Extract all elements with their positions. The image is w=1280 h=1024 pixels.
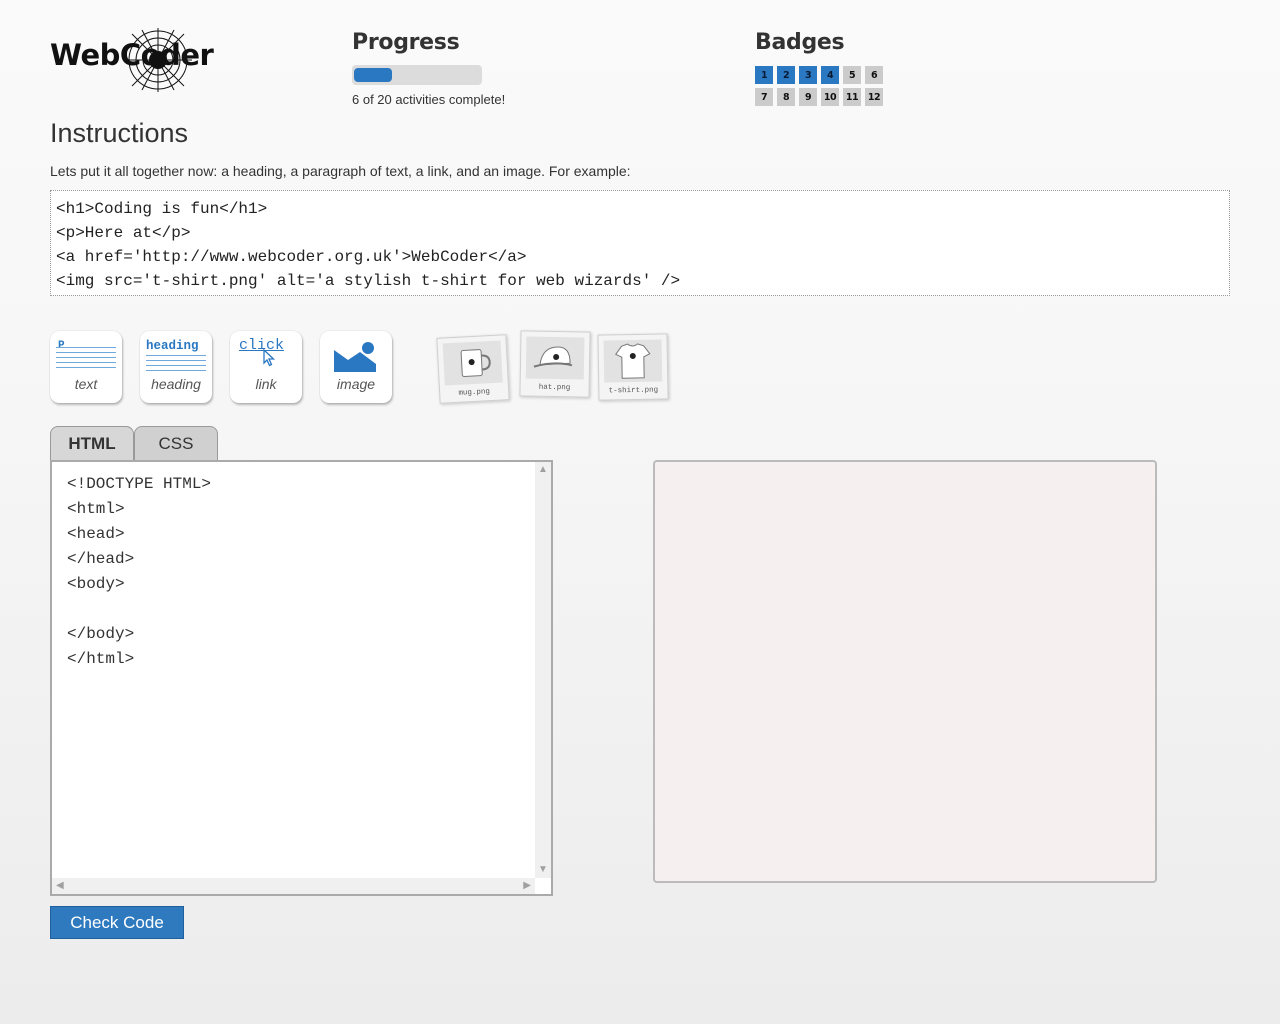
cursor-icon [263,349,276,367]
badges-panel: Badges 1 2 3 4 5 6 7 8 9 10 11 12 [755,30,883,106]
instructions-heading: Instructions [50,118,189,148]
mug-icon [442,340,503,386]
tshirt-icon [603,339,663,383]
progress-heading: Progress [352,30,460,55]
link-tool-label: link [255,376,277,392]
insert-image-button[interactable]: image [320,331,392,403]
badge-9[interactable]: 9 [799,88,817,106]
cap-icon [525,336,585,380]
badge-5[interactable]: 5 [843,66,861,84]
example-code-block: <h1>Coding is fun</h1> <p>Here at</p> <a h… [50,190,1230,296]
example-line: <img src='t-shirt.png' alt='a stylish t-… [56,272,681,290]
example-line: <h1>Coding is fun</h1> [56,200,268,218]
editor-vertical-scrollbar[interactable]: ▲ ▼ [535,462,551,878]
progress-bar-fill [354,68,392,82]
logo-text: WebCoder [50,38,214,72]
image-tool-label: image [336,376,376,392]
badges-heading: Badges [755,30,845,55]
asset-tshirt[interactable]: t-shirt.png [597,333,669,401]
link-cursor-icon: click [230,337,302,373]
text-tool-label: text [74,376,98,392]
example-line: <p>Here at</p> [56,224,191,242]
check-code-button[interactable]: Check Code [50,906,184,939]
badge-2[interactable]: 2 [777,66,795,84]
asset-caption: mug.png [458,388,491,398]
progress-label: 6 of 20 activities complete! [352,92,506,107]
badge-7[interactable]: 7 [755,88,773,106]
badge-grid: 1 2 3 4 5 6 7 8 9 10 11 12 [755,66,883,106]
image-icon [320,337,392,373]
example-line: <a href='http://www.webcoder.org.uk'>Web… [56,248,527,266]
badge-12[interactable]: 12 [865,88,883,106]
scroll-down-icon[interactable]: ▼ [538,865,548,875]
editor-horizontal-scrollbar[interactable]: ◀ ▶ [52,878,535,894]
webcoder-logo: WebCoder [50,28,220,92]
badge-3[interactable]: 3 [799,66,817,84]
editor-code[interactable]: <!DOCTYPE HTML> <html> <head> </head> <b… [67,472,211,672]
badge-10[interactable]: 10 [821,88,839,106]
progress-panel: Progress 6 of 20 activities complete! [352,30,505,107]
badge-8[interactable]: 8 [777,88,795,106]
tab-html[interactable]: HTML [50,426,134,460]
insert-text-button[interactable]: P text [50,331,122,403]
html-code-editor[interactable]: <!DOCTYPE HTML> <html> <head> </head> <b… [50,460,553,896]
insert-link-button[interactable]: click link [230,331,302,403]
asset-hat[interactable]: hat.png [519,330,591,398]
scroll-up-icon[interactable]: ▲ [538,465,548,475]
preview-pane [653,460,1157,883]
badge-6[interactable]: 6 [865,66,883,84]
heading-tool-label: heading [151,376,201,392]
badge-11[interactable]: 11 [843,88,861,106]
scroll-right-icon[interactable]: ▶ [523,881,531,891]
paragraph-icon: P [50,337,122,373]
tab-css[interactable]: CSS [134,426,218,460]
asset-caption: hat.png [538,383,571,393]
badge-4[interactable]: 4 [821,66,839,84]
progress-bar [352,65,482,85]
insert-heading-button[interactable]: heading heading [140,331,212,403]
heading-icon: heading [140,337,212,373]
badge-1[interactable]: 1 [755,66,773,84]
scroll-left-icon[interactable]: ◀ [56,881,64,891]
asset-mug[interactable]: mug.png [436,334,510,404]
asset-caption: t-shirt.png [608,386,659,396]
instructions-text: Lets put it all together now: a heading,… [50,163,631,179]
heading-icon-word: heading [146,339,199,353]
